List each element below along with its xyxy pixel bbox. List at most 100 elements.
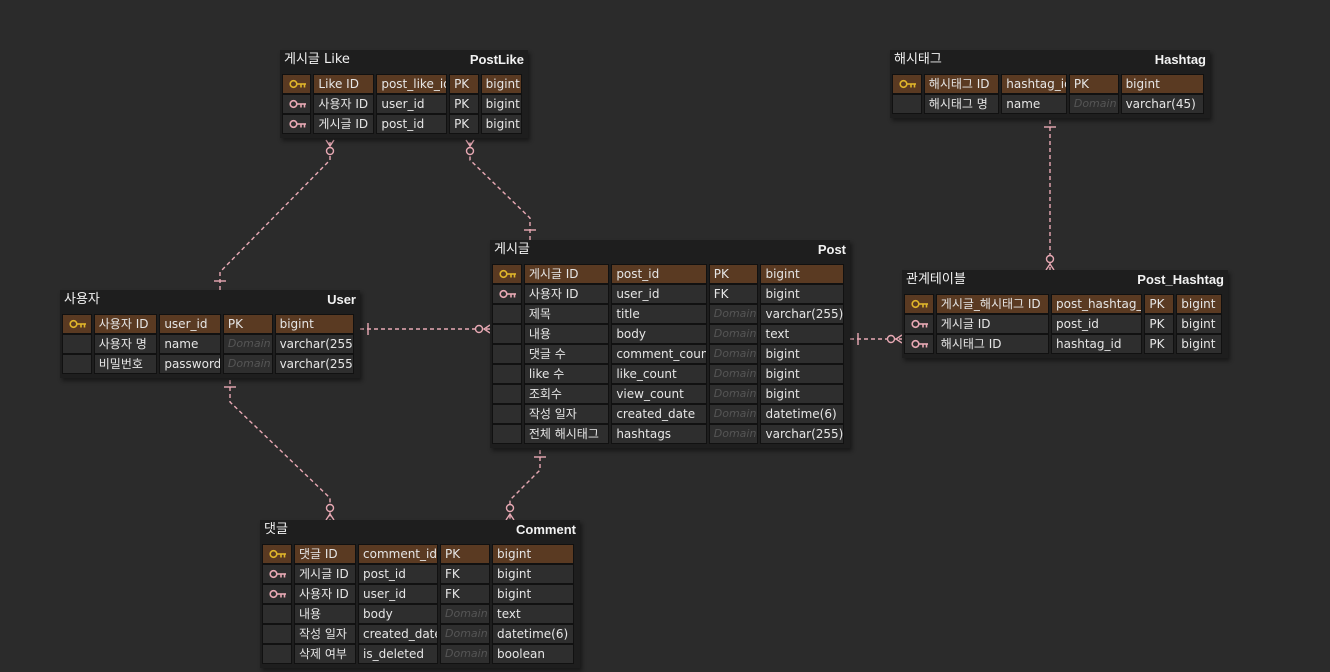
column-row[interactable]: 해시태그 명 name Domain varchar(45) [892,94,1206,114]
column-key: PK [449,114,479,134]
column-type: bigint [480,94,522,114]
entity-header: 게시글 Like PostLike [280,50,528,70]
entity-header: 관계테이블 Post_Hashtag [902,270,1228,290]
relationship-user-comment [224,380,335,521]
column-row[interactable]: 사용자 명 name Domain varchar(255) [62,334,356,354]
foreign-key-icon [492,284,522,304]
column-row[interactable]: 작성 일자 created_date Domain datetime(6) [492,404,846,424]
column-physical-name: body [358,604,438,624]
column-icon-cell [262,644,292,664]
column-row[interactable]: 내용 body Domain text [492,324,846,344]
column-physical-name: comment_count [611,344,707,364]
column-key: Domain [708,304,759,324]
column-row[interactable]: 게시글 ID post_id FK bigint [262,564,576,584]
column-logical-name: 비밀번호 [93,354,158,374]
column-type: bigint [480,114,522,134]
primary-key-icon [492,264,522,284]
relationship-hashtag-posthashtag [1044,120,1056,271]
entity-physical-name: Hashtag [1154,52,1206,67]
column-physical-name: hashtags [611,424,707,444]
column-row[interactable]: 작성 일자 created_date Domain datetime(6) [262,624,576,644]
entity-post[interactable]: 게시글 Post 게시글 ID post_id PK bigint 사용자 ID user… [490,240,850,448]
column-row[interactable]: 게시글 ID post_id PK bigint [904,314,1224,334]
entity-physical-name: PostLike [469,52,524,67]
column-row[interactable]: 사용자 ID user_id PK bigint [62,314,356,334]
column-icon-cell [492,364,522,384]
column-key: Domain [708,344,759,364]
column-row[interactable]: 해시태그 ID hashtag_id PK bigint [904,334,1224,354]
column-logical-name: 댓글 수 [523,344,610,364]
column-key: Domain [1068,94,1119,114]
entity-columns: 게시글_해시태그 IDpost_hashtag_idPKbigint게시글 ID… [902,290,1228,358]
entity-columns: Like ID post_like_id PK bigint 사용자 ID user_id… [280,70,528,138]
entity-postlike[interactable]: 게시글 Like PostLike Like ID post_like_id PK b… [280,50,528,138]
column-physical-name: like_count [611,364,707,384]
column-row[interactable]: like 수 like_count Domain bigint [492,364,846,384]
column-logical-name: Like ID [313,74,375,94]
column-logical-name: 사용자 명 [93,334,158,354]
column-logical-name: 사용자 ID [313,94,375,114]
relationship-user-postlike [214,139,335,290]
column-icon-cell [262,624,292,644]
column-physical-name: view_count [611,384,707,404]
entity-logical-name: 관계테이블 [906,272,966,287]
column-key: Domain [440,604,490,624]
column-physical-name: password [159,354,221,374]
column-type: varchar(255) [274,334,354,354]
column-type: varchar(255) [760,424,844,444]
column-icon-cell [492,384,522,404]
entity-logical-name: 게시글 [494,242,530,257]
column-physical-name: created_date [358,624,438,644]
column-physical-name: created_date [611,404,707,424]
primary-key-icon [892,74,922,94]
column-type: bigint [1176,334,1223,354]
column-logical-name: 조회수 [523,384,610,404]
column-type: bigint [760,384,844,404]
column-row[interactable]: Like ID post_like_id PK bigint [282,74,524,94]
column-logical-name: 게시글 ID [935,314,1050,334]
column-key: Domain [440,644,490,664]
column-physical-name: comment_id [358,544,438,564]
column-type: bigint [480,74,522,94]
relationship-post-posthashtag [850,333,903,345]
column-row[interactable]: 사용자 ID user_id FK bigint [262,584,576,604]
foreign-key-icon [262,584,292,604]
column-row[interactable]: 조회수 view_count Domain bigint [492,384,846,404]
column-type: datetime(6) [760,404,844,424]
entity-user[interactable]: 사용자 User 사용자 ID user_id PK bigint 사용자 명 name D… [60,290,360,378]
relationship-post-comment [505,450,546,521]
column-icon-cell [892,94,922,114]
column-key: PK [449,74,479,94]
column-row[interactable]: 내용 body Domain text [262,604,576,624]
column-physical-name: post_id [358,564,438,584]
entity-hashtag[interactable]: 해시태그 Hashtag 해시태그 ID hashtag_id PK bigint 해시… [890,50,1210,118]
column-row[interactable]: 제목 title Domain varchar(255) [492,304,846,324]
column-physical-name: post_id [611,264,707,284]
column-type: bigint [760,264,844,284]
entity-physical-name: User [327,292,356,307]
column-row[interactable]: 사용자 ID user_id FK bigint [492,284,846,304]
entity-comment[interactable]: 댓글 Comment 댓글 ID comment_id PK bigint 게시글 ID… [260,520,580,668]
column-row[interactable]: 게시글 ID post_id PK bigint [282,114,524,134]
foreign-key-icon [282,114,312,134]
entity-header: 댓글 Comment [260,520,580,540]
column-type: text [760,324,844,344]
column-row[interactable]: 게시글_해시태그 IDpost_hashtag_idPKbigint [904,294,1224,314]
column-row[interactable]: 댓글 ID comment_id PK bigint [262,544,576,564]
entity-post-hashtag[interactable]: 관계테이블 Post_Hashtag 게시글_해시태그 ID post_hasht… [902,270,1228,358]
column-row[interactable]: 삭제 여부 is_deleted Domain boolean [262,644,576,664]
column-row[interactable]: 사용자 ID user_id PK bigint [282,94,524,114]
column-row[interactable]: 비밀번호 password Domain varchar(255) [62,354,356,374]
column-logical-name: 게시글 ID [523,264,610,284]
column-row[interactable]: 전체 해시태그 hashtags Domain varchar(255) [492,424,846,444]
entity-physical-name: Post_Hashtag [1137,272,1224,287]
column-type: boolean [492,644,574,664]
entity-header: 사용자 User [60,290,360,310]
column-logical-name: 삭제 여부 [294,644,356,664]
column-icon-cell [492,404,522,424]
column-physical-name: user_id [611,284,707,304]
column-row[interactable]: 게시글 ID post_id PK bigint [492,264,846,284]
column-logical-name: 게시글 ID [294,564,356,584]
column-row[interactable]: 해시태그 ID hashtag_id PK bigint [892,74,1206,94]
column-row[interactable]: 댓글 수 comment_count Domain bigint [492,344,846,364]
